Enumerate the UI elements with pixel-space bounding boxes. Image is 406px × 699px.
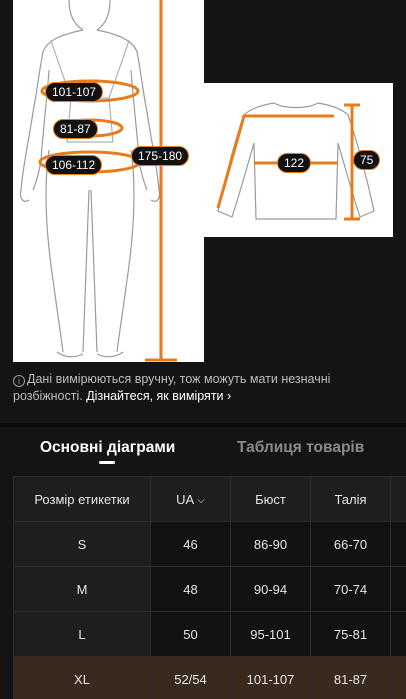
header-label-size: Розмір етикетки (13, 476, 151, 522)
cell-size: S (13, 521, 151, 567)
chevron-down-icon: ⌵ (197, 494, 205, 506)
tab-product-table[interactable]: Таблиця товарів (237, 439, 364, 457)
table-row: S 46 86-90 66-70 (13, 521, 406, 567)
hips-measure-label: 106-112 (45, 155, 103, 175)
length-measure-label: 75 (353, 150, 381, 170)
cell-size: M (13, 566, 151, 612)
chevron-right-icon: › (227, 389, 232, 403)
cell-bust: 101-107 (230, 656, 311, 699)
chart-tabs: Основні діаграми Таблиця товарів (0, 427, 406, 467)
cell-size: XL (13, 656, 151, 699)
cell-overflow (390, 656, 406, 699)
header-overflow (390, 476, 406, 522)
header-ua-selector[interactable]: UA ⌵ (150, 476, 231, 522)
cell-ua: 52/54 (150, 656, 231, 699)
chest-measure-label: 122 (277, 153, 312, 173)
size-table: Розмір етикетки UA ⌵ Бюст Талія S 46 86-9… (13, 476, 406, 699)
cell-waist: 81-87 (310, 656, 391, 699)
table-header-row: Розмір етикетки UA ⌵ Бюст Талія (13, 476, 406, 522)
table-row: M 48 90-94 70-74 (13, 566, 406, 612)
cell-overflow (390, 566, 406, 612)
cell-bust: 95-101 (230, 611, 311, 657)
cell-waist: 70-74 (310, 566, 391, 612)
bust-measure-label: 101-107 (45, 82, 104, 102)
active-tab-indicator (99, 461, 115, 464)
cell-bust: 86-90 (230, 521, 311, 567)
measurement-disclaimer: i Дані вимірюються вручну, тож можуть мат… (13, 371, 393, 405)
cell-waist: 75-81 (310, 611, 391, 657)
how-to-measure-link[interactable]: Дізнайтеся, як виміряти › (86, 389, 231, 403)
info-icon: i (13, 375, 25, 387)
tab-main-charts[interactable]: Основні діаграми (40, 439, 175, 457)
cell-ua: 50 (150, 611, 231, 657)
cell-overflow (390, 521, 406, 567)
cell-overflow (390, 611, 406, 657)
cell-ua: 46 (150, 521, 231, 567)
header-bust: Бюст (230, 476, 311, 522)
cell-ua: 48 (150, 566, 231, 612)
header-waist: Талія (310, 476, 391, 522)
waist-measure-label: 81-87 (53, 119, 98, 139)
cell-waist: 66-70 (310, 521, 391, 567)
height-measure-label: 175-180 (131, 146, 190, 166)
table-row: L 50 95-101 75-81 (13, 611, 406, 657)
body-measurement-figure: 101-107 81-87 106-112 175-180 (13, 0, 204, 362)
cell-size: L (13, 611, 151, 657)
table-row-selected: XL 52/54 101-107 81-87 (13, 656, 406, 699)
cell-bust: 90-94 (230, 566, 311, 612)
body-outline-illustration (19, 0, 177, 362)
garment-measurement-figure: 122 75 (204, 83, 393, 237)
